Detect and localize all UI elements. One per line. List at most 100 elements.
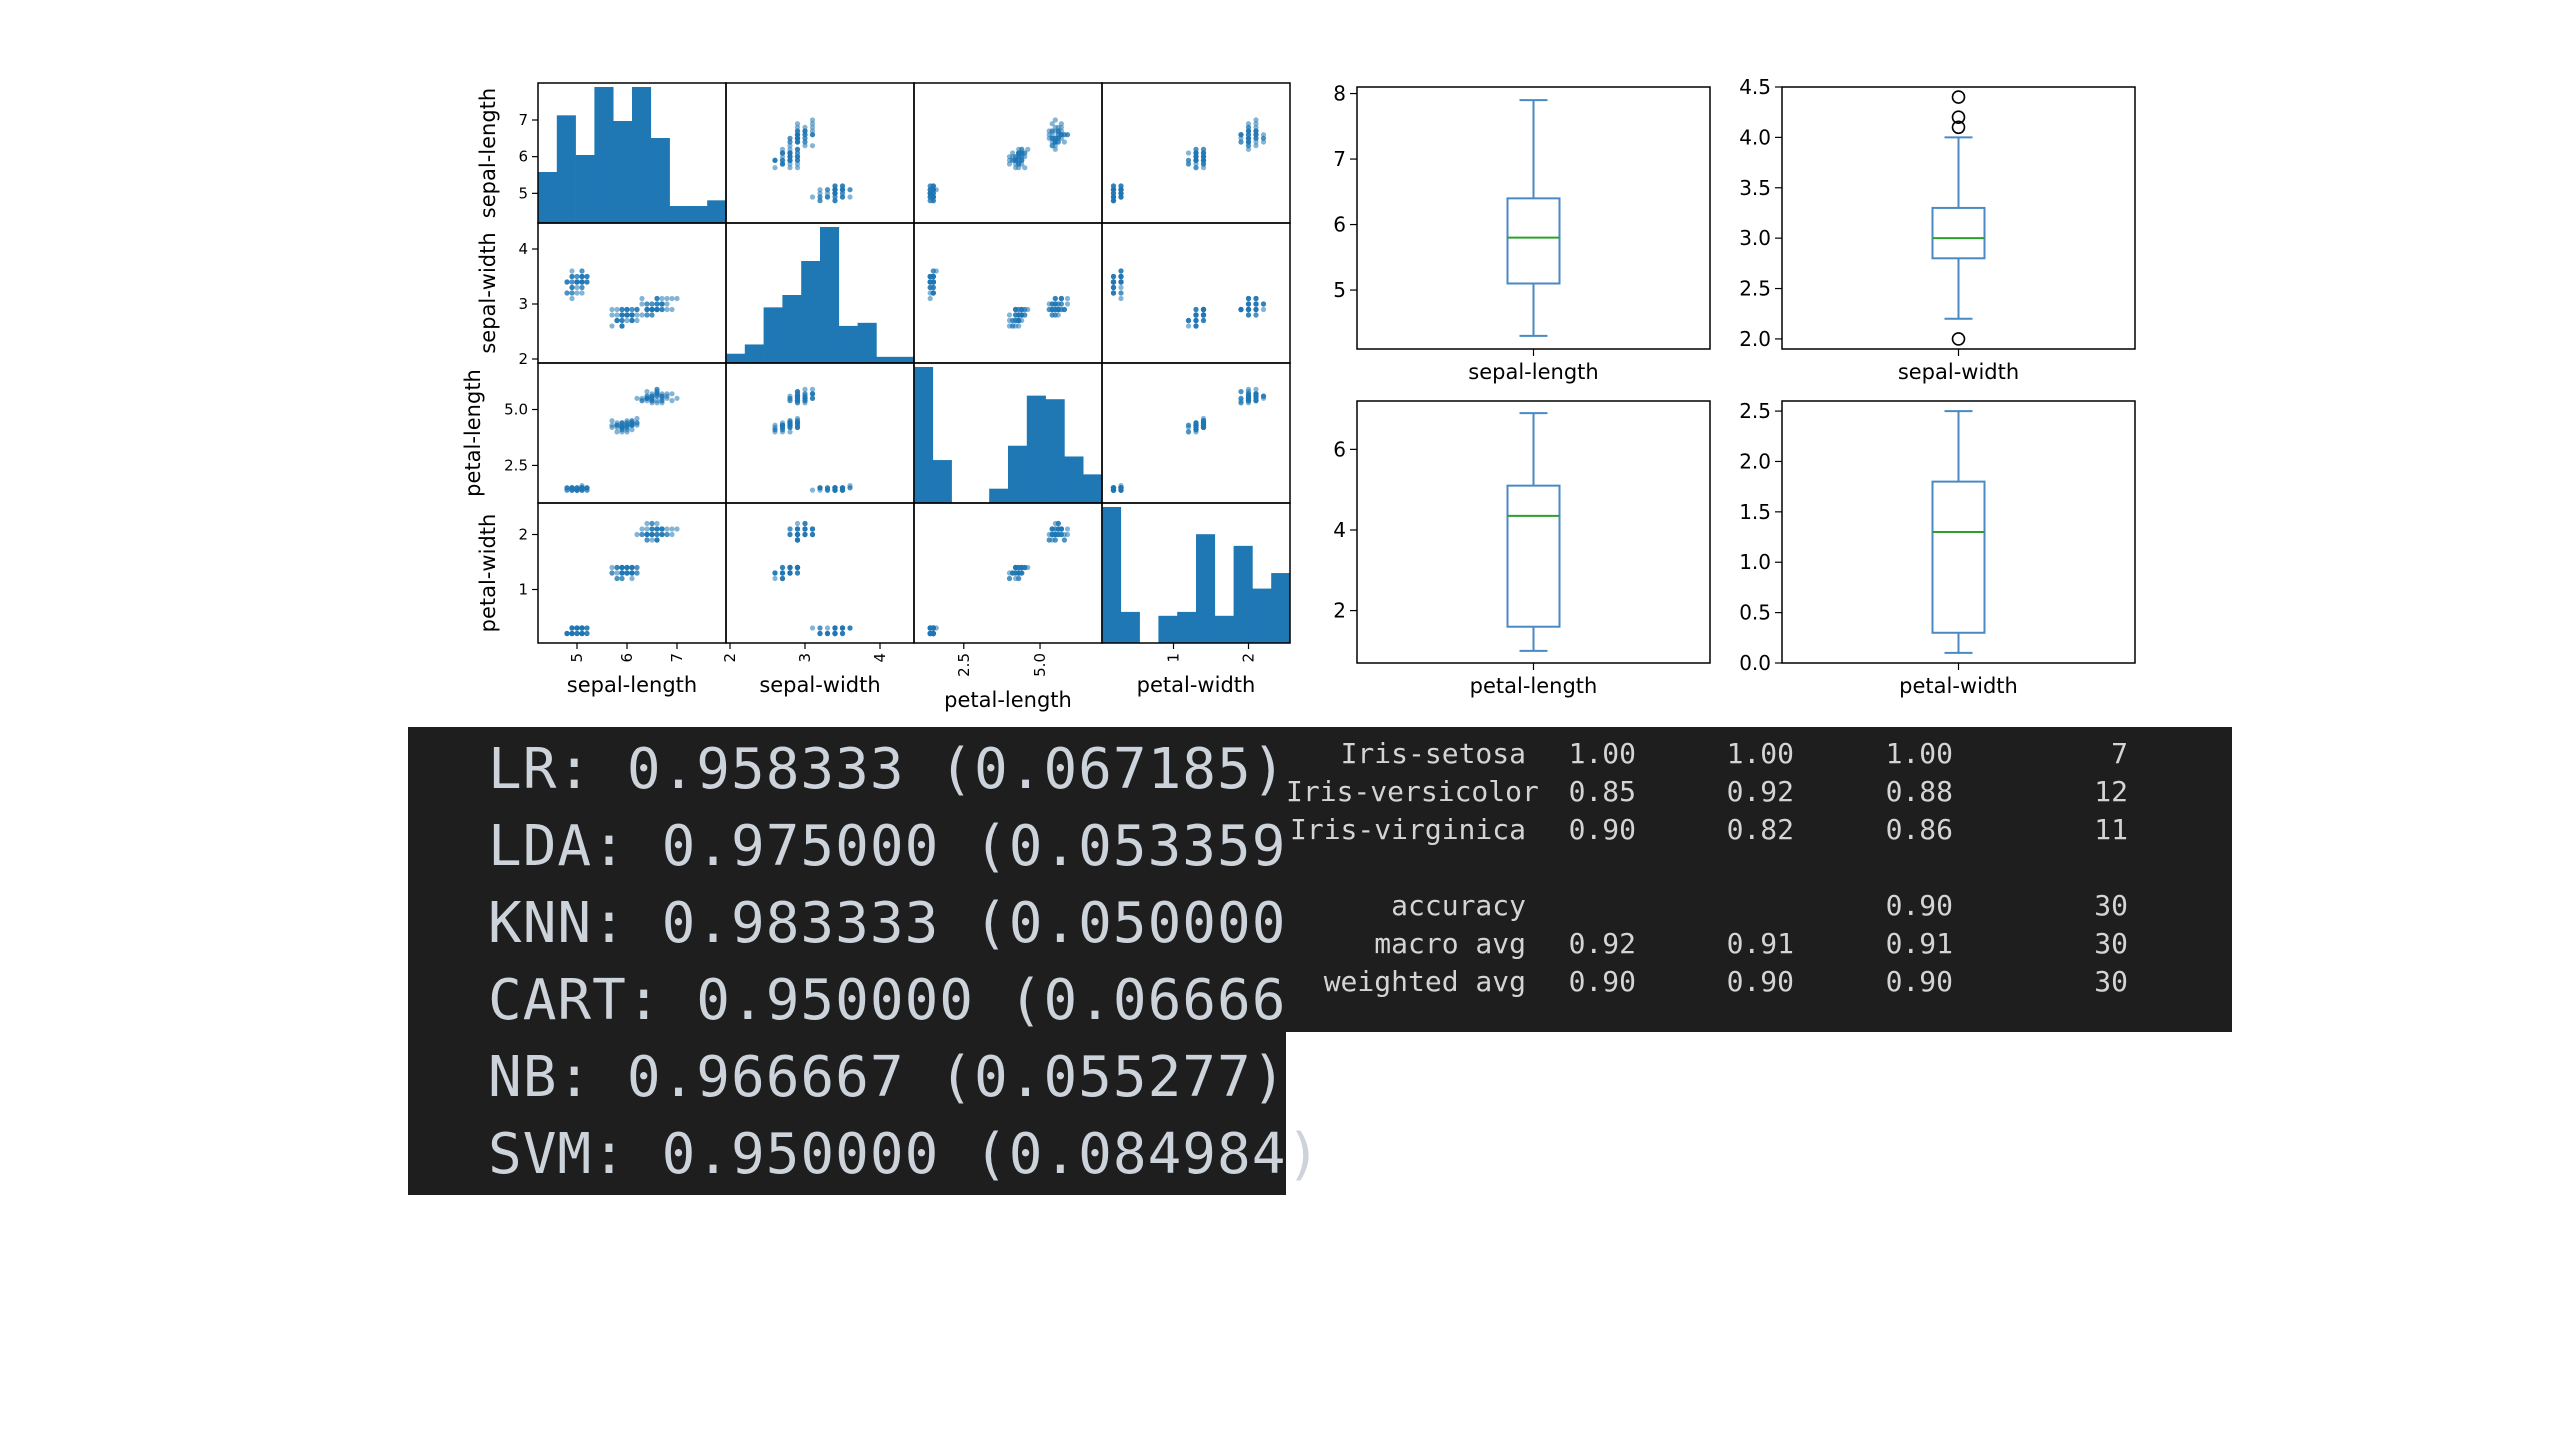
histogram-bar [895, 356, 915, 363]
scatter-point [654, 386, 660, 392]
scatter-point [1049, 537, 1055, 543]
scatter-point [1193, 420, 1199, 426]
scatter-point [614, 317, 620, 324]
scatter-point [809, 487, 816, 493]
matrix-cell-sepal-length-vs-petal-length [913, 82, 1103, 224]
scatter-point [624, 422, 630, 428]
scatter-point [1200, 424, 1207, 430]
histogram-bar [876, 356, 896, 363]
report-cell-recall: 0.91 [1726, 927, 1794, 960]
scatter-point [1110, 284, 1117, 291]
scatter-point [1118, 273, 1124, 280]
y-tick-label: 4 [518, 240, 528, 258]
scatter-matrix: 5 5 6 6 7 7 2 2 3 3 4 4 2.5 2.5 5.0 5.0 1 1 2 2 sepal-length… [461, 82, 1291, 712]
scatter-point [817, 625, 823, 631]
scatter-point [584, 279, 590, 285]
scatter-point [1013, 306, 1019, 313]
scatter-point [659, 295, 665, 302]
scatter-point [1253, 117, 1259, 123]
model-score-line: KNN: 0.983333 (0.050000) [488, 891, 1322, 956]
report-cell-support: 30 [2094, 927, 2128, 960]
scatter-point [624, 312, 630, 318]
scatter-point [930, 187, 936, 193]
scatter-point [1055, 301, 1061, 307]
report-cell-support: 11 [2094, 813, 2128, 846]
box-panel-petal-width: 0.0 0.5 1.0 1.5 2.0 2.5 petal-width [1739, 399, 2136, 698]
scatter-point [787, 526, 793, 532]
scatter-point [649, 312, 655, 318]
scatter-point [639, 526, 645, 532]
scatter-point [802, 128, 808, 134]
histogram-bar [688, 206, 708, 223]
histogram-bar [1233, 545, 1253, 643]
matrix-cell-sepal-length-vs-sepal-length [537, 82, 727, 224]
scatter-point [629, 575, 635, 582]
iqr-box [1931, 480, 1986, 634]
scatter-point [1110, 290, 1117, 296]
scatter-point [644, 526, 650, 532]
scatter-point [1193, 323, 1199, 329]
scatter-point [1058, 295, 1064, 302]
scatter-point [1013, 564, 1019, 571]
scatter-point [674, 395, 680, 401]
x-axis-label: petal-width [1137, 673, 1256, 697]
scatter-point [1016, 312, 1022, 318]
scatter-point [1049, 143, 1055, 149]
scatter-point [1118, 295, 1124, 302]
scatter-point [809, 531, 816, 538]
scatter-point [634, 306, 640, 313]
y-tick-label: 4.0 [1739, 125, 1771, 149]
scatter-point [669, 398, 675, 404]
report-cell-f1: 0.91 [1885, 927, 1953, 960]
scatter-point [619, 312, 625, 318]
scatter-point [802, 526, 808, 532]
scatter-point [1049, 526, 1055, 532]
scatter-point [1260, 135, 1267, 141]
scatter-point [1238, 132, 1244, 138]
scatter-point [1061, 537, 1067, 543]
scatter-point [794, 570, 801, 576]
scatter-point [639, 301, 645, 307]
scatter-point [579, 279, 585, 285]
y-tick-label: 4 [1333, 518, 1346, 542]
scatter-point [824, 630, 831, 637]
scatter-point [1238, 139, 1244, 145]
model-scores-terminal: LR: 0.958333 (0.067185) LDA: 0.975000 (0.… [408, 727, 1355, 1195]
scatter-point [1022, 564, 1028, 571]
scatter-point [639, 295, 645, 302]
histogram-bar [556, 115, 576, 223]
scatter-point [639, 398, 645, 404]
histogram-bar [1064, 456, 1084, 503]
y-axis-label: sepal-length [476, 88, 500, 218]
scatter-point [659, 398, 665, 404]
report-cell-support: 12 [2094, 775, 2128, 808]
report-row-label: Iris-setosa [1340, 737, 1526, 770]
scatter-point [1006, 575, 1013, 582]
y-tick-label: 1 [518, 581, 528, 599]
report-row-label: weighted avg [1323, 965, 1526, 998]
x-tick-label: 5.0 [1031, 653, 1049, 677]
scatter-point [674, 526, 680, 532]
scatter-point [639, 531, 645, 538]
scatter-point [802, 393, 808, 399]
scatter-point [787, 429, 793, 435]
histogram-bar [763, 307, 783, 363]
matrix-cell-petal-length-vs-petal-length [913, 362, 1103, 504]
scatter-point [817, 190, 823, 196]
y-tick-label: 8 [1333, 82, 1346, 106]
y-tick-label: 3.5 [1739, 176, 1771, 200]
scatter-point [644, 389, 650, 395]
cell-frame [913, 222, 1103, 364]
scatter-point [654, 520, 660, 527]
scatter-point [839, 630, 846, 637]
scatter-point [1238, 306, 1244, 313]
scatter-point [644, 312, 650, 318]
matrix-cell-sepal-width-vs-sepal-width [725, 222, 915, 364]
matrix-cell-petal-length-vs-sepal-width [725, 362, 915, 504]
x-tick-label: 2 [721, 653, 739, 663]
scatter-point [644, 398, 650, 404]
scatter-point [664, 531, 670, 538]
histogram-bar [632, 87, 652, 223]
scatter-point [659, 526, 665, 532]
scatter-point [824, 187, 831, 193]
